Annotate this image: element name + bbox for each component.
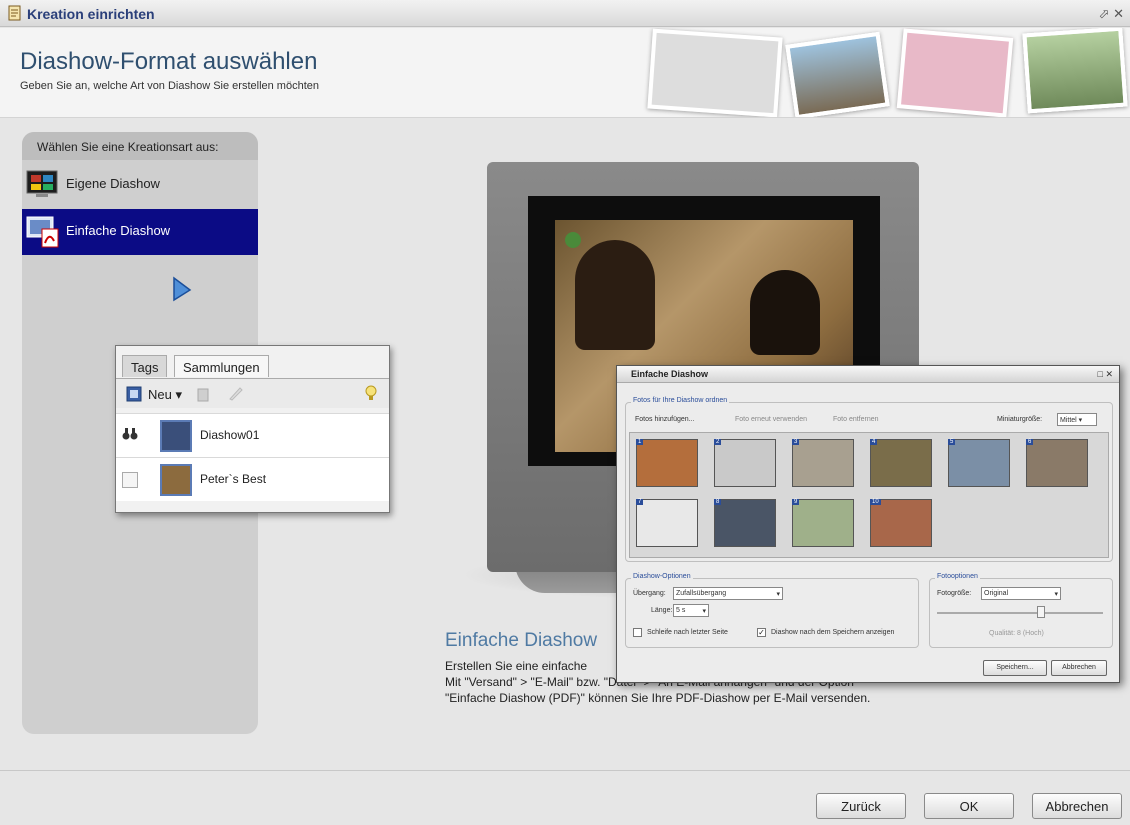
creation-type-header: Wählen Sie eine Kreationsart aus: bbox=[22, 132, 258, 160]
photo-number: 9 bbox=[792, 499, 800, 505]
photo-thumbnail[interactable]: 5 bbox=[948, 439, 1010, 487]
photo-thumbnail[interactable]: 3 bbox=[792, 439, 854, 487]
collection-thumbnail bbox=[160, 420, 192, 452]
photo-number: 10 bbox=[870, 499, 881, 505]
photo-number: 8 bbox=[714, 499, 722, 505]
photo-number: 1 bbox=[636, 439, 644, 445]
new-button[interactable]: Neu ▾ bbox=[148, 387, 182, 403]
collection-row[interactable]: Peter`s Best bbox=[116, 457, 389, 501]
tab-sammlungen[interactable]: Sammlungen bbox=[174, 355, 269, 377]
mouse-cursor-icon bbox=[173, 276, 192, 302]
option-label: Einfache Diashow bbox=[66, 223, 171, 238]
lightbulb-icon[interactable] bbox=[364, 385, 378, 403]
collections-panel: Tags Sammlungen Neu ▾ Diashow01 Peter`s … bbox=[115, 345, 390, 513]
quality-label: Qualität: 8 (Hoch) bbox=[989, 630, 1044, 637]
tab-tags[interactable]: Tags bbox=[122, 355, 168, 377]
photo-number: 6 bbox=[1026, 439, 1034, 445]
add-photos-button[interactable]: Fotos hinzufügen... bbox=[635, 416, 695, 423]
binoculars-icon[interactable] bbox=[122, 426, 138, 442]
collection-label: Peter`s Best bbox=[200, 472, 267, 486]
photo-figure bbox=[575, 240, 655, 350]
page-title: Diashow-Format auswählen bbox=[20, 48, 318, 75]
show-after-save-checkbox[interactable]: ✓ bbox=[757, 628, 766, 637]
photo-thumbnail[interactable]: 7 bbox=[636, 499, 698, 547]
loop-checkbox[interactable] bbox=[633, 628, 642, 637]
collection-checkbox[interactable] bbox=[122, 472, 138, 488]
photos-group-label: Fotos für Ihre Diashow ordnen bbox=[631, 397, 730, 404]
remove-photo-button[interactable]: Foto entfernen bbox=[833, 416, 879, 423]
dialog-titlebar: Einfache Diashow bbox=[617, 366, 1119, 383]
option-label: Eigene Diashow bbox=[66, 176, 160, 191]
photo-detail bbox=[565, 232, 581, 248]
quality-slider-thumb[interactable] bbox=[1037, 606, 1045, 618]
photo-thumbnail[interactable]: 9 bbox=[792, 499, 854, 547]
photo-size-select[interactable]: Original ▾ bbox=[981, 587, 1061, 600]
edit-pencil-icon[interactable] bbox=[228, 385, 244, 401]
collections-toolbar: Neu ▾ bbox=[116, 378, 389, 408]
cancel-button[interactable]: Abbrechen bbox=[1032, 793, 1122, 819]
length-label: Länge: bbox=[651, 607, 673, 614]
show-after-save-label: Diashow nach dem Speichern anzeigen bbox=[771, 629, 895, 636]
window-title: Kreation einrichten bbox=[27, 6, 155, 22]
photo-number: 4 bbox=[870, 439, 878, 445]
decorative-photo bbox=[896, 28, 1014, 117]
transition-label: Übergang: bbox=[633, 590, 666, 597]
photo-thumbnail[interactable]: 8 bbox=[714, 499, 776, 547]
slideshow-icon bbox=[26, 170, 58, 197]
dialog-close-icon[interactable]: □ ✕ bbox=[1098, 369, 1113, 380]
photo-thumbnail[interactable]: 10 bbox=[870, 499, 932, 547]
dialog-cancel-button[interactable]: Abbrechen bbox=[1051, 660, 1107, 676]
decorative-photo bbox=[647, 28, 783, 117]
collection-thumbnail bbox=[160, 464, 192, 496]
page-subtitle: Geben Sie an, welche Art von Diashow Sie… bbox=[20, 80, 319, 92]
photo-options-label: Fotooptionen bbox=[935, 573, 980, 580]
quality-slider-track[interactable] bbox=[937, 612, 1103, 614]
photo-thumbnail[interactable]: 2 bbox=[714, 439, 776, 487]
dialog-save-button[interactable]: Speichern... bbox=[983, 660, 1047, 676]
simple-slideshow-dialog: Einfache Diashow □ ✕ Fotos für Ihre Dias… bbox=[616, 365, 1120, 683]
app-icon bbox=[8, 5, 21, 21]
thumb-size-select[interactable]: Mittel ▾ bbox=[1057, 413, 1097, 426]
collection-row[interactable]: Diashow01 bbox=[116, 413, 389, 457]
photo-thumbnail[interactable]: 1 bbox=[636, 439, 698, 487]
page-header: Diashow-Format auswählen Geben Sie an, w… bbox=[0, 28, 1130, 118]
photo-thumbnail[interactable]: 6 bbox=[1026, 439, 1088, 487]
pdf-slideshow-icon bbox=[26, 216, 59, 248]
photo-figure bbox=[750, 270, 820, 355]
length-value: 5 s bbox=[676, 607, 686, 614]
dialog-title: Einfache Diashow bbox=[631, 369, 709, 379]
photo-grid: 1 2 3 4 5 6 7 8 9 10 bbox=[629, 432, 1109, 558]
photo-size-label: Fotogröße: bbox=[937, 590, 972, 597]
ok-button[interactable]: OK bbox=[924, 793, 1014, 819]
footer-bar: Zurück OK Abbrechen bbox=[0, 770, 1130, 825]
length-select[interactable]: 5 s ▾ bbox=[673, 604, 709, 617]
back-button[interactable]: Zurück bbox=[816, 793, 906, 819]
thumb-size-label: Miniaturgröße: bbox=[997, 416, 1043, 423]
loop-label: Schleife nach letzter Seite bbox=[647, 629, 728, 636]
reuse-photo-button[interactable]: Foto erneut verwenden bbox=[735, 416, 807, 423]
collection-label: Diashow01 bbox=[200, 428, 260, 442]
trash-icon[interactable] bbox=[196, 386, 210, 402]
photo-size-value: Original bbox=[984, 590, 1009, 597]
option-eigene-diashow[interactable]: Eigene Diashow bbox=[22, 162, 258, 208]
new-label: Neu bbox=[148, 387, 172, 402]
photo-number: 2 bbox=[714, 439, 722, 445]
option-einfache-diashow[interactable]: Einfache Diashow bbox=[22, 209, 258, 255]
decorative-photo bbox=[1022, 28, 1128, 114]
thumb-size-value: Mittel bbox=[1060, 417, 1077, 424]
transition-value: Zufallsübergang bbox=[676, 590, 727, 597]
window-controls[interactable]: ⬀ ✕ bbox=[1099, 6, 1124, 22]
photo-number: 3 bbox=[792, 439, 800, 445]
photo-number: 7 bbox=[636, 499, 644, 505]
decorative-photo bbox=[785, 31, 890, 117]
description-line: "Einfache Diashow (PDF)" können Sie Ihre… bbox=[445, 691, 871, 705]
window-titlebar: Kreation einrichten ⬀ ✕ bbox=[0, 0, 1130, 27]
slideshow-options-label: Diashow-Optionen bbox=[631, 573, 693, 580]
photo-thumbnail[interactable]: 4 bbox=[870, 439, 932, 487]
transition-select[interactable]: Zufallsübergang ▾ bbox=[673, 587, 783, 600]
photo-number: 5 bbox=[948, 439, 956, 445]
new-collection-icon bbox=[126, 386, 142, 402]
